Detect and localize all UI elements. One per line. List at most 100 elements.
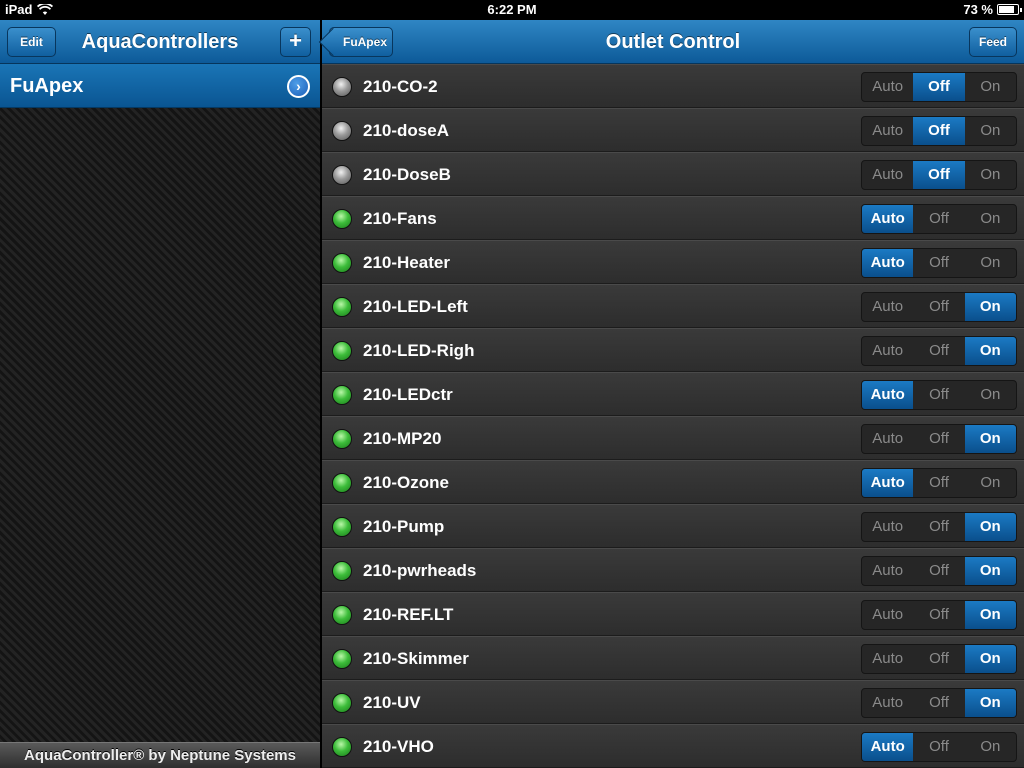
mode-option-off[interactable]: Off [913,381,964,409]
outlet-row: 210-Ozone Auto Off On [322,460,1024,504]
mode-option-off[interactable]: Off [913,469,964,497]
mode-option-off[interactable]: Off [913,601,964,629]
mode-option-off[interactable]: Off [913,117,965,145]
outlet-name: 210-LED-Righ [363,341,475,360]
back-button-label: FuApex [342,35,387,49]
mode-option-on[interactable]: On [965,73,1016,101]
mode-option-on[interactable]: On [965,469,1016,497]
outlet-row: 210-REF.LT Auto Off On [322,592,1024,636]
mode-option-on[interactable]: On [964,601,1016,629]
mode-option-off[interactable]: Off [913,205,964,233]
outlet-name: 210-MP20 [363,429,442,448]
outlet-mode-segmented-control: Auto Off On [861,248,1017,278]
feed-button[interactable]: Feed [969,27,1017,57]
mode-option-on[interactable]: On [964,425,1016,453]
mode-option-auto[interactable]: Auto [862,337,913,365]
controller-name: FuApex [10,75,84,97]
mode-option-auto[interactable]: Auto [862,601,913,629]
add-controller-button[interactable]: + [280,27,311,57]
mode-option-on[interactable]: On [965,117,1016,145]
outlet-row: 210-LEDctr Auto Off On [322,372,1024,416]
back-button[interactable]: FuApex [318,27,393,57]
mode-option-on[interactable]: On [965,381,1016,409]
mode-option-auto[interactable]: Auto [862,469,914,497]
mode-option-off[interactable]: Off [913,513,964,541]
outlet-row: 210-pwrheads Auto Off On [322,548,1024,592]
mode-option-on[interactable]: On [965,733,1016,761]
outlet-mode-segmented-control: Auto Off On [861,72,1017,102]
outlet-name: 210-VHO [363,737,434,756]
mode-option-auto[interactable]: Auto [862,425,913,453]
mode-option-off[interactable]: Off [913,425,964,453]
mode-option-auto[interactable]: Auto [862,689,913,717]
chevron-right-icon[interactable]: › [287,75,310,98]
mode-option-auto[interactable]: Auto [862,205,914,233]
status-led-icon [332,77,352,97]
status-bar: iPad 6:22 PM 73 % [0,0,1024,20]
outlet-mode-segmented-control: Auto Off On [861,732,1017,762]
mode-option-on[interactable]: On [965,161,1016,189]
status-led-icon [332,649,352,669]
status-led-icon [332,121,352,141]
outlet-mode-segmented-control: Auto Off On [861,424,1017,454]
outlet-mode-segmented-control: Auto Off On [861,160,1017,190]
mode-option-on[interactable]: On [964,293,1016,321]
outlet-row: 210-LED-Left Auto Off On [322,284,1024,328]
outlet-name: 210-Ozone [363,473,449,492]
mode-option-on[interactable]: On [964,513,1016,541]
mode-option-auto[interactable]: Auto [862,645,913,673]
outlet-row: 210-Skimmer Auto Off On [322,636,1024,680]
outlet-mode-segmented-control: Auto Off On [861,292,1017,322]
outlet-name: 210-UV [363,693,421,712]
outlet-mode-segmented-control: Auto Off On [861,600,1017,630]
mode-option-off[interactable]: Off [913,733,964,761]
mode-option-auto[interactable]: Auto [862,73,913,101]
mode-option-auto[interactable]: Auto [862,381,914,409]
mode-option-off[interactable]: Off [913,557,964,585]
outlet-control-pane: Outlet Control FuApex Feed 210-CO-2 Auto O… [318,20,1024,768]
outlet-mode-segmented-control: Auto Off On [861,556,1017,586]
mode-option-off[interactable]: Off [913,73,965,101]
mode-option-on[interactable]: On [965,205,1016,233]
mode-option-off[interactable]: Off [913,689,964,717]
mode-option-off[interactable]: Off [913,249,964,277]
mode-option-auto[interactable]: Auto [862,249,914,277]
mode-option-off[interactable]: Off [913,645,964,673]
mode-option-on[interactable]: On [964,557,1016,585]
mode-option-off[interactable]: Off [913,293,964,321]
outlet-mode-segmented-control: Auto Off On [861,116,1017,146]
mode-option-on[interactable]: On [964,689,1016,717]
mode-option-auto[interactable]: Auto [862,117,913,145]
status-led-icon [332,297,352,317]
outlet-row: 210-Fans Auto Off On [322,196,1024,240]
status-led-icon [332,429,352,449]
controllers-pane: AquaControllers Edit + FuApex › AquaCont… [0,20,320,768]
outlet-row: 210-VHO Auto Off On [322,724,1024,768]
mode-option-auto[interactable]: Auto [862,557,913,585]
outlet-navbar: Outlet Control FuApex Feed [318,20,1024,64]
outlet-mode-segmented-control: Auto Off On [861,644,1017,674]
mode-option-auto[interactable]: Auto [862,733,914,761]
mode-option-auto[interactable]: Auto [862,293,913,321]
outlet-name: 210-LED-Left [363,297,468,316]
mode-option-on[interactable]: On [964,645,1016,673]
controller-row-fuapex[interactable]: FuApex › [0,64,320,108]
status-led-icon [332,517,352,537]
edit-button[interactable]: Edit [7,27,56,57]
status-led-icon [332,165,352,185]
outlet-row: 210-UV Auto Off On [322,680,1024,724]
footer-credit: AquaController® by Neptune Systems [0,742,320,768]
outlet-row: 210-Heater Auto Off On [322,240,1024,284]
mode-option-auto[interactable]: Auto [862,161,913,189]
outlet-name: 210-DoseB [363,165,451,184]
outlet-mode-segmented-control: Auto Off On [861,512,1017,542]
mode-option-auto[interactable]: Auto [862,513,913,541]
mode-option-on[interactable]: On [964,337,1016,365]
outlet-name: 210-LEDctr [363,385,453,404]
status-right: 73 % [963,2,1022,17]
outlet-mode-segmented-control: Auto Off On [861,688,1017,718]
mode-option-off[interactable]: Off [913,337,964,365]
mode-option-on[interactable]: On [965,249,1016,277]
outlet-mode-segmented-control: Auto Off On [861,468,1017,498]
mode-option-off[interactable]: Off [913,161,965,189]
